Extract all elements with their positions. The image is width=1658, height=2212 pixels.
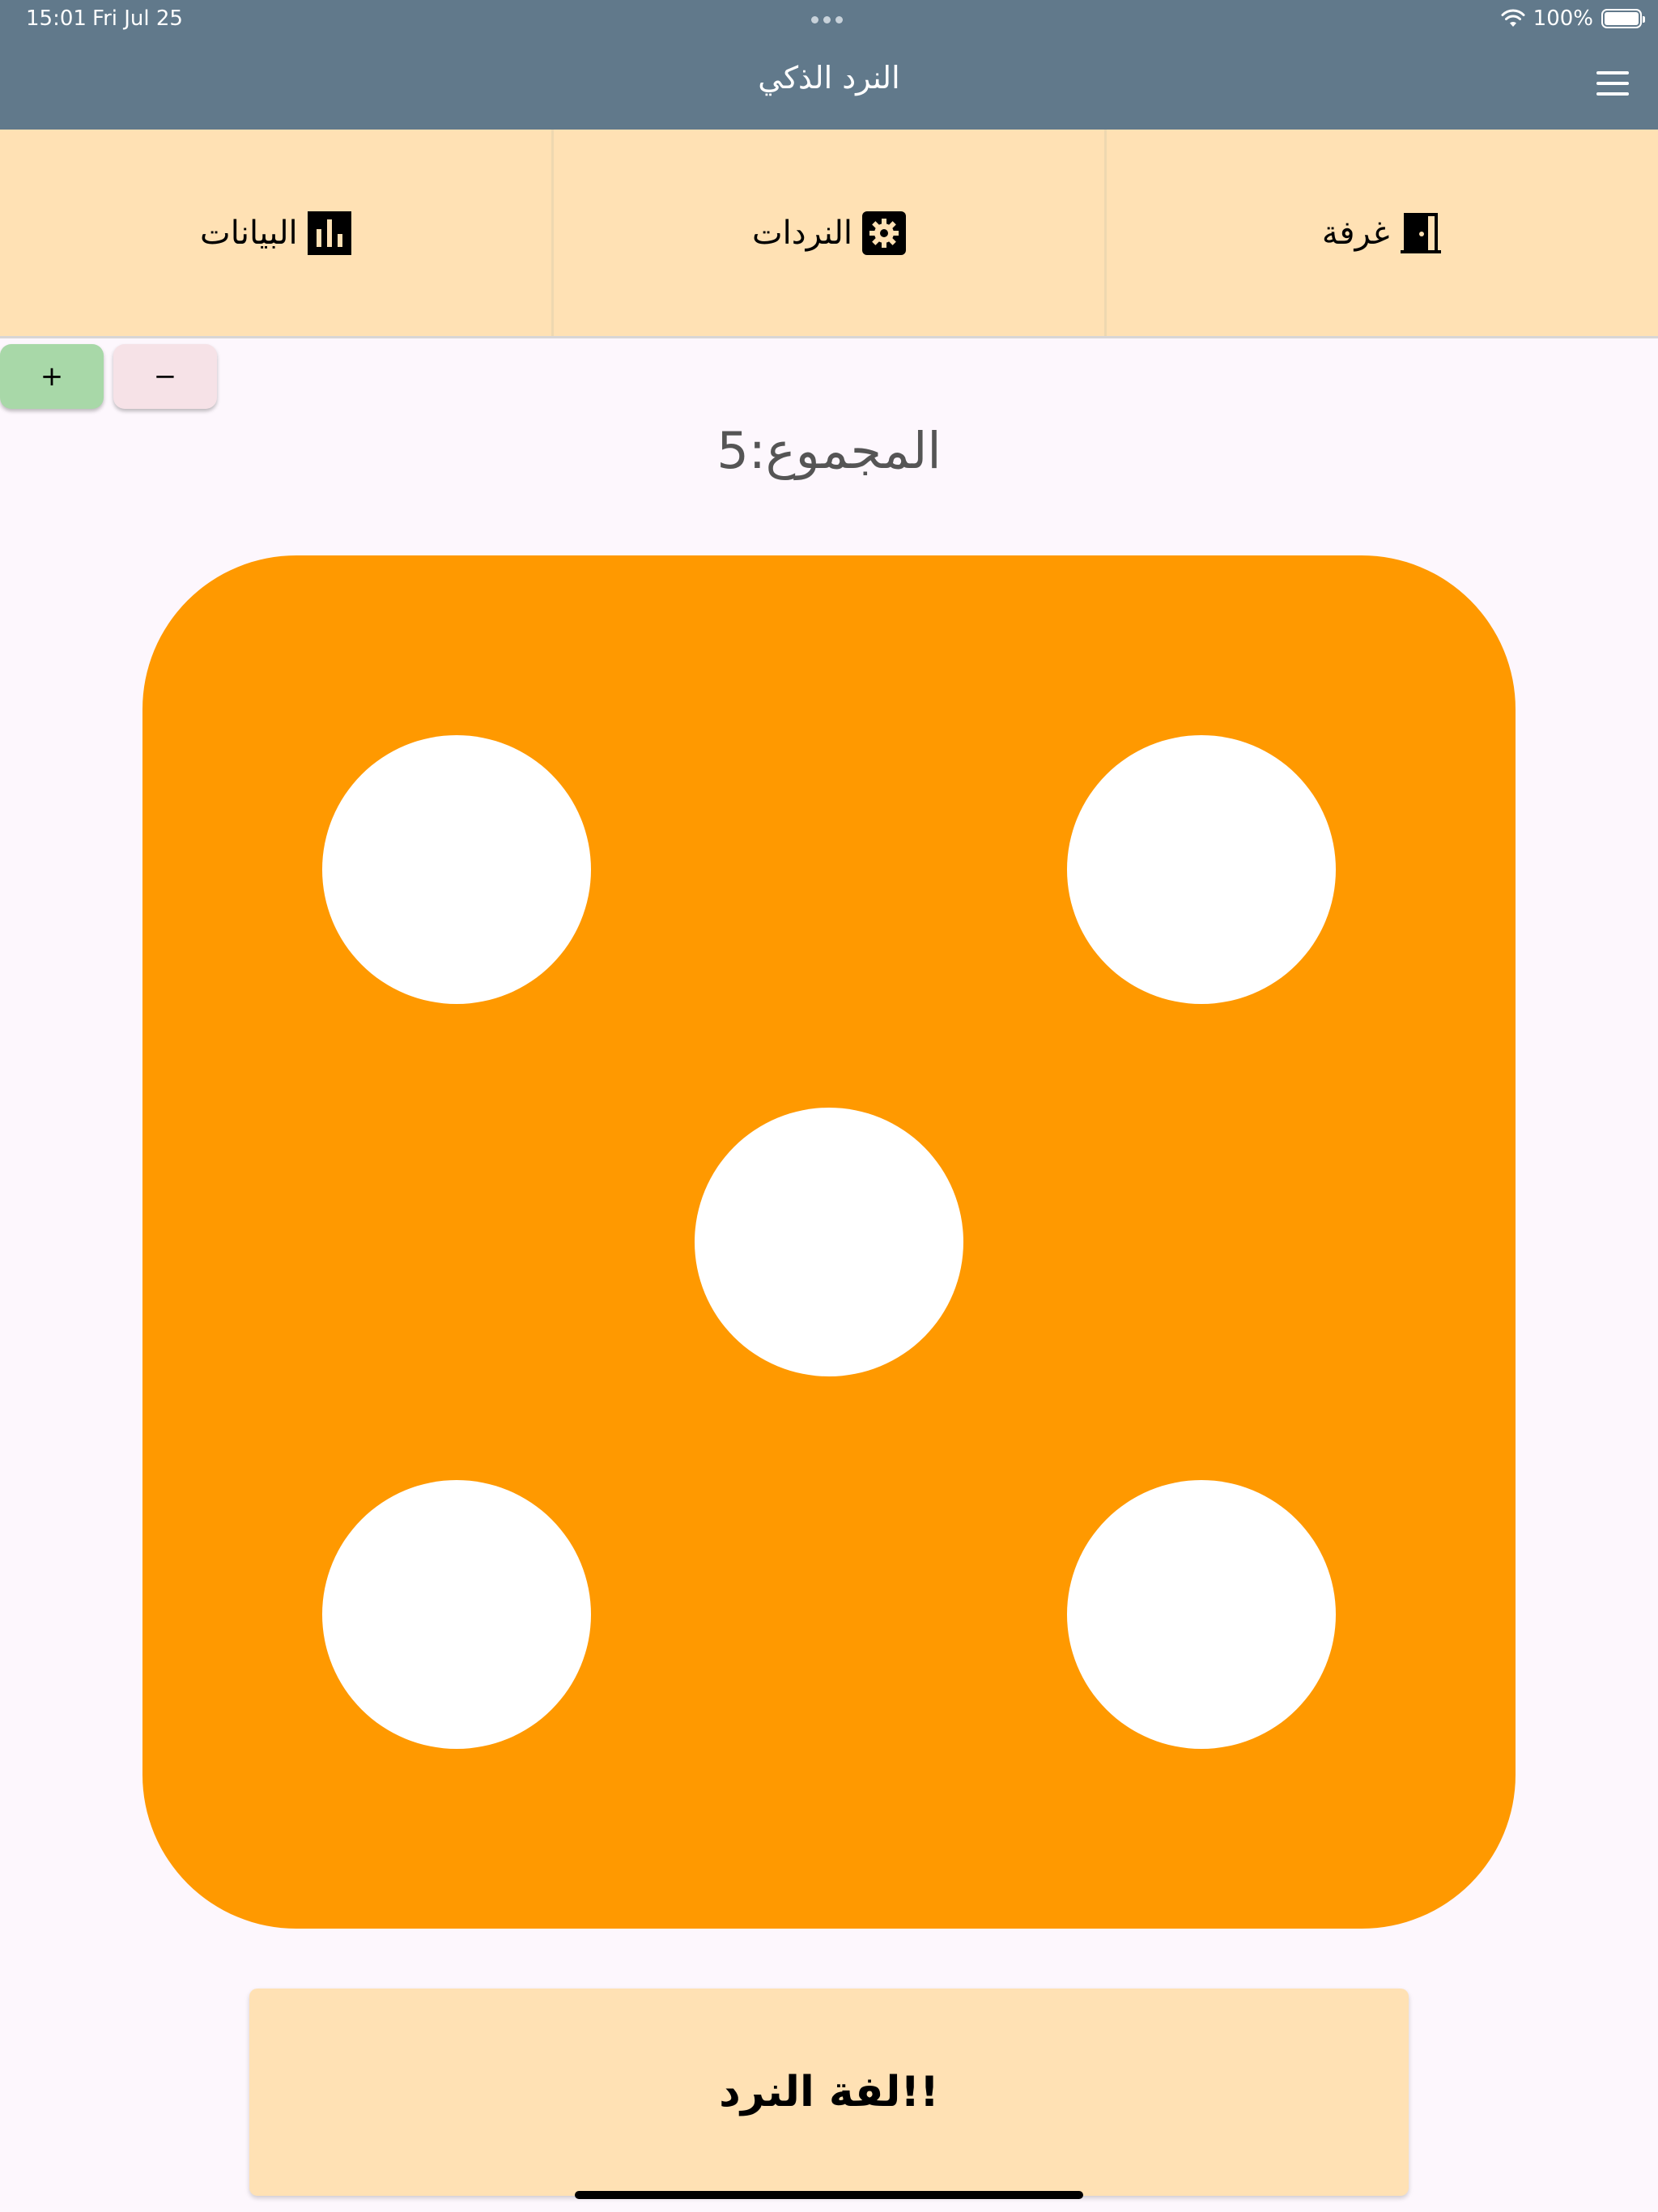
status-time: 15:01: [26, 6, 87, 31]
die-face[interactable]: [142, 555, 1516, 1929]
die-pip: [695, 1108, 963, 1376]
total-label: المجموع:5: [716, 421, 942, 480]
tab-room[interactable]: غرفة: [1104, 130, 1658, 336]
app-bar: 15:01 Fri Jul 25 100% النرد الذكي: [0, 0, 1658, 130]
status-right: 100%: [1501, 6, 1645, 31]
die-pip: [1067, 1480, 1336, 1749]
door-icon: [1401, 212, 1442, 253]
tab-bar: البيانات النردات غرفة: [0, 130, 1658, 338]
tab-room-label: غرفة: [1321, 214, 1390, 252]
tab-dice-label: النردات: [751, 214, 853, 252]
tab-data-label: البيانات: [200, 214, 298, 252]
app-title: النرد الذكي: [758, 60, 900, 96]
remove-die-button[interactable]: −: [113, 344, 217, 409]
roll-dice-button[interactable]: لفة النرد!!: [249, 1989, 1409, 2196]
die-pip: [322, 1480, 591, 1749]
hamburger-menu-icon[interactable]: [1596, 71, 1629, 96]
die-pip: [1067, 735, 1336, 1004]
add-die-button[interactable]: +: [0, 344, 104, 409]
multitasking-dots-icon[interactable]: [811, 8, 847, 31]
die-pip: [322, 735, 591, 1004]
bar-chart-icon: [307, 211, 351, 255]
tab-data[interactable]: البيانات: [0, 130, 551, 336]
home-indicator[interactable]: [575, 2191, 1083, 2199]
wifi-icon: [1501, 9, 1525, 27]
status-date: Fri Jul 25: [92, 6, 183, 31]
tab-dice[interactable]: النردات: [551, 130, 1105, 336]
battery-percent: 100%: [1533, 6, 1593, 31]
gear-icon: [862, 211, 907, 255]
battery-icon: [1601, 9, 1645, 28]
